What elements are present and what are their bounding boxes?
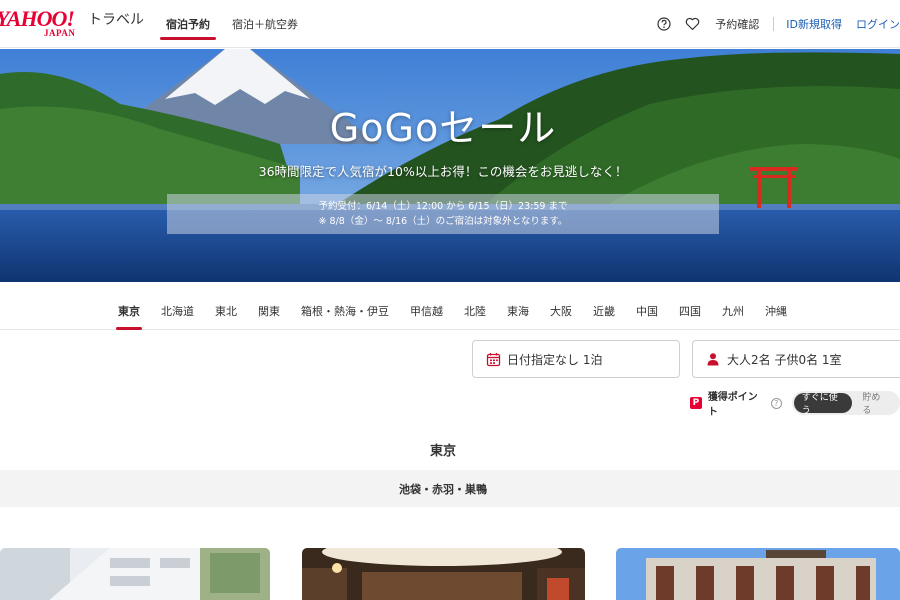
region-tabs: 東京 北海道 東北 関東 箱根・熱海・伊豆 甲信越 北陸 東海 大阪 近畿 中国… [0,292,900,330]
use-now-option[interactable]: すぐに使う [793,393,853,416]
area-name: 池袋・赤羽・巣鴨 [399,482,487,496]
region-tab-kyushu[interactable]: 九州 [718,292,748,330]
logo-japan-text: JAPAN [44,28,76,38]
hotel-card[interactable] [302,548,585,600]
site-header: YAHOO! JAPAN トラベル 宿泊予約 宿泊＋航空券 予約確認 ID新規取… [0,0,900,48]
tab-hotel-booking[interactable]: 宿泊予約 [160,0,216,48]
logo-service-name: トラベル [88,12,144,28]
main-nav: 宿泊予約 宿泊＋航空券 [160,0,314,48]
region-tab-okinawa[interactable]: 沖縄 [761,292,791,330]
hero-subtitle: 36時間限定で人気宿が10%以上お得！この機会をお見逃しなく！ [258,164,628,179]
region-tab-hokkaido[interactable]: 北海道 [157,292,198,330]
region-tab-tokai[interactable]: 東海 [503,292,533,330]
sale-exclusion-text: ※ 8/8（金）～ 8/16（土）のご宿泊は対象外となります。 [318,216,568,227]
area-header[interactable]: 池袋・赤羽・巣鴨 [0,470,900,507]
hotel-photo [302,548,585,600]
hotel-card[interactable] [616,548,900,600]
yahoo-travel-logo[interactable]: YAHOO! JAPAN トラベル [0,6,144,40]
header-divider [773,17,775,31]
help-icon[interactable] [655,15,673,33]
hero-banner[interactable]: GoGoセール 36時間限定で人気宿が10%以上お得！この機会をお見逃しなく！ … [0,49,900,282]
guest-selector[interactable]: 大人2名 子供0名 1室 [692,340,900,378]
hotel-photo [0,548,270,600]
region-tab-osaka[interactable]: 大阪 [546,292,576,330]
person-icon [705,351,721,367]
sale-period-text: 予約受付：6/14（土）12:00 から 6/15（日）23:59 まで [318,201,568,212]
region-tab-koshinetsu[interactable]: 甲信越 [406,292,447,330]
region-tab-chugoku[interactable]: 中国 [632,292,662,330]
hotel-photo [616,548,900,600]
reservation-check-link[interactable]: 予約確認 [715,16,759,32]
header-actions: 予約確認 ID新規取得 ログイン [655,0,900,48]
date-selector[interactable]: 日付指定なし 1泊 [472,340,680,378]
hotel-card[interactable] [0,548,270,600]
region-tab-kanto[interactable]: 関東 [254,292,284,330]
region-tab-tokyo[interactable]: 東京 [114,292,144,330]
region-tab-tohoku[interactable]: 東北 [211,292,241,330]
sale-notice-box: 予約受付：6/14（土）12:00 から 6/15（日）23:59 まで ※ 8… [167,194,719,234]
points-logo-icon: P [690,397,702,409]
register-id-link[interactable]: ID新規取得 [786,16,842,32]
points-help-icon[interactable]: ? [770,397,782,409]
date-value: 日付指定なし 1泊 [507,352,603,367]
calendar-icon [485,351,501,367]
login-link[interactable]: ログイン [856,16,900,32]
tab-hotel-flight[interactable]: 宿泊＋航空券 [226,0,304,48]
points-label: 獲得ポイント [707,392,758,418]
region-tab-kinki[interactable]: 近畿 [589,292,619,330]
hero-title: GoGoセール [329,106,557,150]
section-title: 東京 [429,444,456,459]
points-toggle[interactable]: すぐに使う 貯める [791,391,900,416]
heart-icon[interactable] [683,15,701,33]
region-tab-hokuriku[interactable]: 北陸 [460,292,490,330]
save-points-option[interactable]: 貯める [852,393,898,416]
region-tab-shikoku[interactable]: 四国 [675,292,705,330]
guest-value: 大人2名 子供0名 1室 [727,352,842,367]
region-tab-hakone-atami-izu[interactable]: 箱根・熱海・伊豆 [297,292,393,330]
points-option: P 獲得ポイント ? すぐに使う 貯める [690,390,900,418]
